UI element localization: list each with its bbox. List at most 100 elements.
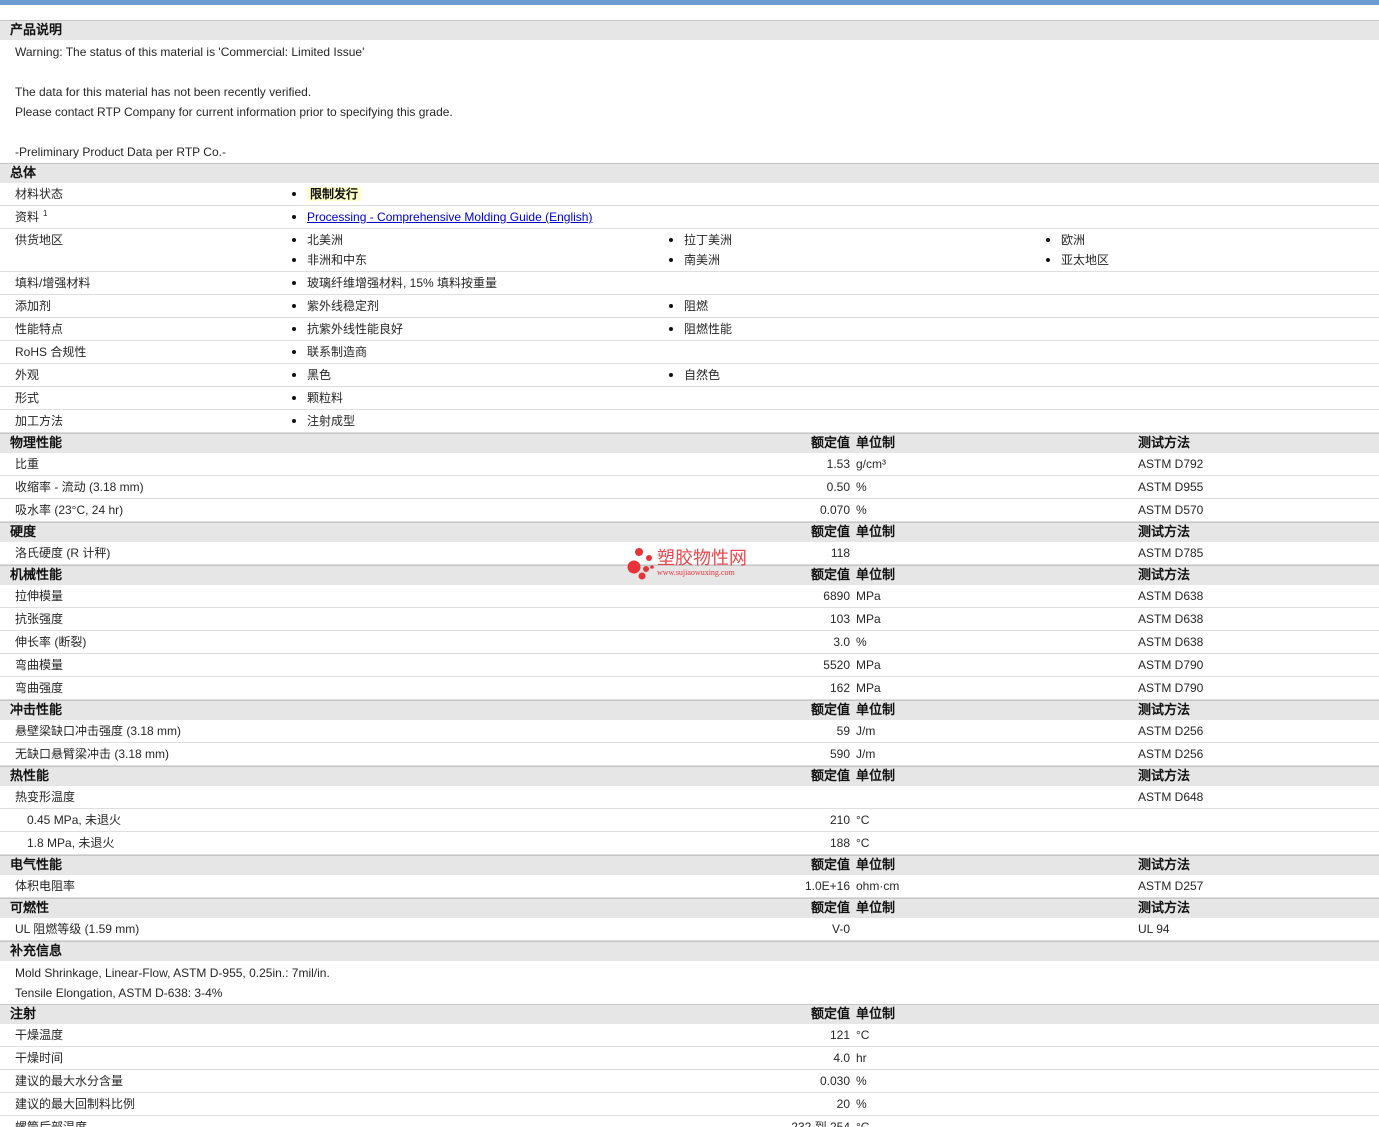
row-label: 添加剂 [15, 299, 52, 313]
section-header-hardness: 硬度 额定值 单位制 测试方法 [0, 522, 1379, 542]
property-value: 210 [829, 813, 850, 827]
property-unit: hr [856, 1051, 867, 1065]
bullet [292, 326, 296, 331]
property-row: 弯曲强度 162 MPa ASTM D790 [0, 677, 1379, 700]
property-value: 0.50 [826, 480, 850, 494]
section-title: 机械性能 [10, 567, 63, 582]
row-label: 供货地区 [15, 233, 64, 247]
property-label: 收缩率 - 流动 (3.18 mm) [15, 480, 144, 494]
column-header-nominal: 额定值 [810, 702, 850, 717]
column-header-unit: 单位制 [856, 900, 896, 915]
property-test-method: ASTM D955 [1138, 480, 1204, 494]
property-row: UL 阻燃等级 (1.59 mm) V-0 UL 94 [0, 918, 1379, 941]
column-header-unit: 单位制 [856, 768, 896, 783]
property-value: 0.070 [819, 503, 850, 517]
column-header-nominal: 额定值 [810, 1006, 850, 1021]
property-label: 热变形温度 [15, 790, 76, 804]
property-row: 建议的最大回制料比例 20 % [0, 1093, 1379, 1116]
section-header-flammability: 可燃性 额定值 单位制 测试方法 [0, 898, 1379, 918]
datasheet-page: 产品说明 Warning: The status of this materia… [0, 0, 1379, 1127]
property-row: 干燥时间 4.0 hr [0, 1047, 1379, 1070]
column-header-test-method: 测试方法 [1138, 567, 1191, 582]
property-value: 20 [836, 1097, 850, 1111]
property-unit: g/cm³ [856, 457, 886, 471]
row-values: 抗紫外线性能良好 阻燃性能 [292, 318, 1378, 340]
property-row: 比重 1.53 g/cm³ ASTM D792 [0, 453, 1379, 476]
property-unit: MPa [856, 681, 881, 695]
value-item: 非洲和中东 [292, 250, 669, 270]
supplemental-line: Tensile Elongation, ASTM D-638: 3-4% [15, 986, 223, 1000]
row-values: 联系制造商 [292, 341, 1378, 363]
property-subrow: 0.45 MPa, 未退火 210 °C [0, 809, 1379, 832]
property-row: 体积电阻率 1.0E+16 ohm·cm ASTM D257 [0, 875, 1379, 898]
section-header-supplemental: 补充信息 [0, 941, 1379, 961]
property-unit: % [856, 1097, 867, 1111]
property-label: 拉伸模量 [15, 589, 64, 603]
molding-guide-link[interactable]: Processing - Comprehensive Molding Guide… [307, 210, 592, 224]
section-header-injection: 注射 额定值 单位制 [0, 1004, 1379, 1024]
property-value: 4.0 [833, 1051, 850, 1065]
property-test-method: ASTM D570 [1138, 503, 1204, 517]
section-title: 产品说明 [10, 22, 63, 37]
property-label: 弯曲强度 [15, 681, 64, 695]
value-item: 颗粒料 [292, 387, 669, 409]
column-header-nominal: 额定值 [810, 900, 850, 915]
value-text: 阻燃性能 [684, 322, 733, 336]
value-item: 拉丁美洲 [669, 230, 1046, 250]
section-title: 注射 [10, 1006, 37, 1021]
property-test-method: ASTM D257 [1138, 879, 1204, 893]
value-item: Processing - Comprehensive Molding Guide… [292, 206, 669, 228]
description-line: -Preliminary Product Data per RTP Co.- [15, 145, 226, 159]
row-values: 颗粒料 [292, 387, 1378, 409]
property-label: UL 阻燃等级 (1.59 mm) [15, 922, 140, 936]
value-item: 黑色 [292, 364, 669, 386]
status-badge: 限制发行 [307, 187, 362, 201]
value-item: 紫外线稳定剂 [292, 295, 669, 317]
property-value: 162 [829, 681, 850, 695]
value-text: 北美洲 [307, 233, 344, 247]
column-header-test-method: 测试方法 [1138, 900, 1191, 915]
property-row: 悬壁梁缺口冲击强度 (3.18 mm) 59 J/m ASTM D256 [0, 720, 1379, 743]
value-item: 欧洲 [1046, 230, 1378, 250]
value-item: 阻燃 [669, 295, 1046, 317]
property-condition-label: 1.8 MPa, 未退火 [27, 836, 115, 850]
property-unit: MPa [856, 612, 881, 626]
property-label: 伸长率 (断裂) [15, 635, 87, 649]
property-test-method: ASTM D648 [1138, 790, 1204, 804]
section-title: 补充信息 [10, 943, 63, 958]
row-features: 性能特点 抗紫外线性能良好 阻燃性能 [0, 318, 1379, 341]
property-test-method: ASTM D638 [1138, 635, 1204, 649]
value-text: 紫外线稳定剂 [307, 299, 380, 313]
property-label: 无缺口悬臂梁冲击 (3.18 mm) [15, 747, 170, 761]
property-subrow: 1.8 MPa, 未退火 188 °C [0, 832, 1379, 855]
section-title: 可燃性 [10, 900, 50, 915]
property-label: 建议的最大水分含量 [15, 1074, 124, 1088]
property-row: 洛氏硬度 (R 计秤) 118 ASTM D785 [0, 542, 1379, 565]
top-spacer [0, 5, 1379, 20]
bullet [292, 372, 296, 377]
property-label: 抗张强度 [15, 612, 64, 626]
property-value: 103 [829, 612, 850, 626]
property-test-method: ASTM D256 [1138, 724, 1204, 738]
property-test-method: ASTM D638 [1138, 612, 1204, 626]
property-unit: °C [856, 813, 870, 827]
bullet [292, 349, 296, 354]
property-unit: °C [856, 1028, 870, 1042]
row-label-text: 资料 [15, 210, 40, 224]
section-header-physical: 物理性能 额定值 单位制 测试方法 [0, 433, 1379, 453]
bullet [1046, 237, 1050, 242]
property-row: 螺筒后部温度 232 到 254 °C [0, 1116, 1379, 1127]
value-text: 欧洲 [1061, 233, 1086, 247]
row-values: 紫外线稳定剂 阻燃 [292, 295, 1378, 317]
bullet [292, 214, 296, 219]
column-header-unit: 单位制 [856, 702, 896, 717]
value-item: 抗紫外线性能良好 [292, 318, 669, 340]
column-header-test-method: 测试方法 [1138, 857, 1191, 872]
footnote-marker: 1 [43, 209, 48, 218]
property-test-method: ASTM D785 [1138, 546, 1204, 560]
row-label: 外观 [15, 368, 40, 382]
section-header-thermal: 热性能 额定值 单位制 测试方法 [0, 766, 1379, 786]
property-unit: % [856, 480, 867, 494]
property-value: 0.030 [819, 1074, 850, 1088]
value-item: 北美洲 [292, 230, 669, 250]
